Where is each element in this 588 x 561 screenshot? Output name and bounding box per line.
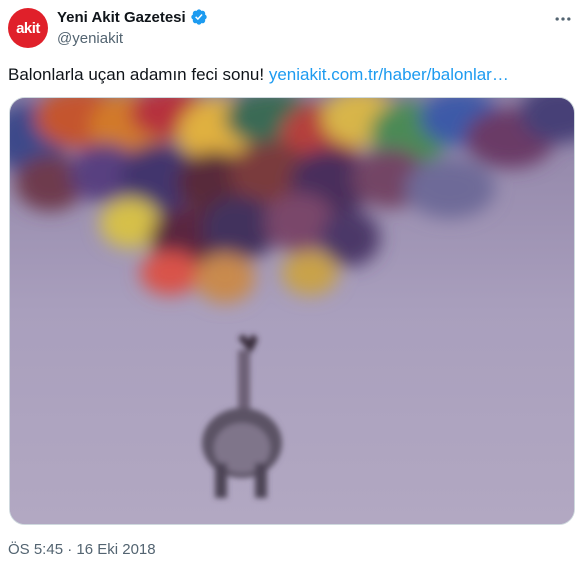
more-icon[interactable] xyxy=(552,8,574,30)
tweet-link[interactable]: yeniakit.com.tr/haber/balonlar… xyxy=(269,65,509,84)
author-name-row: Yeni Akit Gazetesi xyxy=(57,8,208,26)
avatar-text: akit xyxy=(16,19,40,37)
media-image[interactable] xyxy=(9,97,575,525)
tweet-body: Balonlarla uçan adamın feci sonu! xyxy=(8,65,265,84)
tweet-timestamp[interactable]: ÖS 5:45 · 16 Eki 2018 xyxy=(8,541,156,558)
avatar[interactable]: akit xyxy=(8,8,48,48)
display-name[interactable]: Yeni Akit Gazetesi xyxy=(57,9,186,26)
video-frame-illustration xyxy=(10,98,574,524)
author-handle[interactable]: @yeniakit xyxy=(57,30,123,47)
verified-badge-icon xyxy=(190,8,208,26)
tweet-text: Balonlarla uçan adamın feci sonu! yeniak… xyxy=(8,65,509,85)
